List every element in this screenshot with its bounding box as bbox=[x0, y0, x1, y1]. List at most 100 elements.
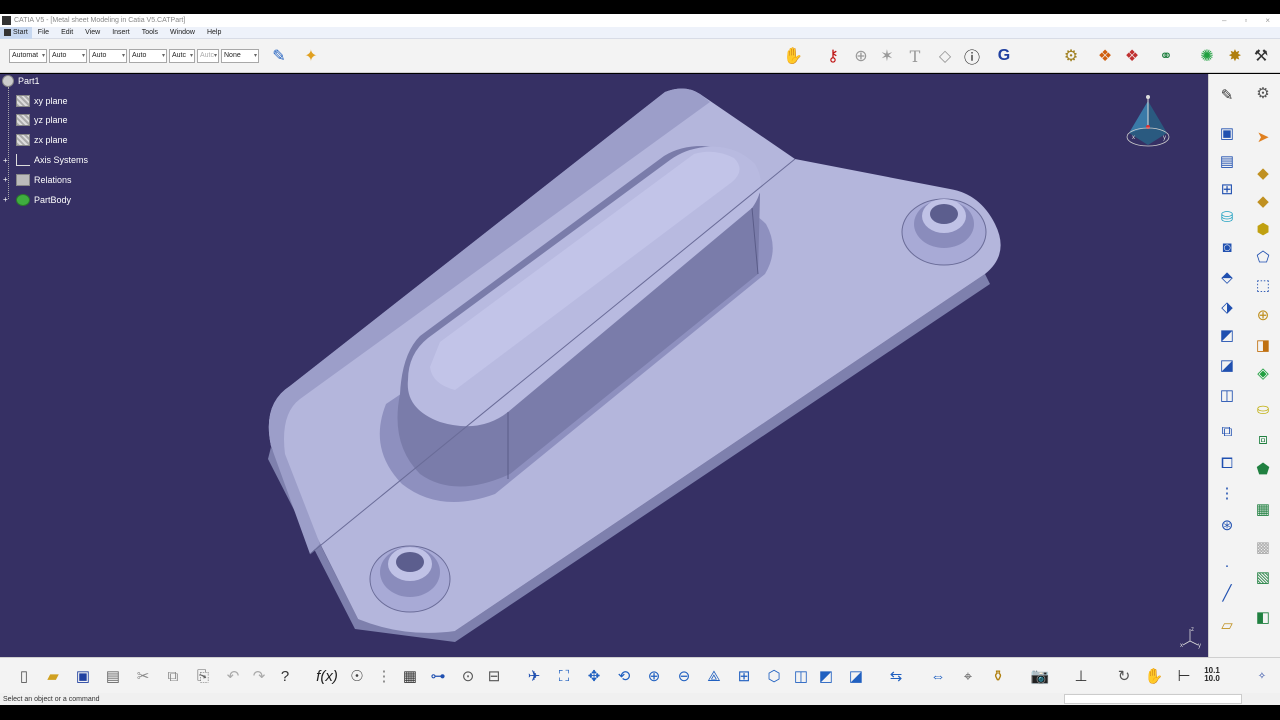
menu-file[interactable]: File bbox=[32, 29, 55, 36]
extrusion-icon[interactable]: ▤ bbox=[1215, 150, 1239, 172]
swap-space-icon[interactable]: ◪ bbox=[844, 665, 868, 687]
mass-icon[interactable]: ⊟ bbox=[482, 665, 506, 687]
minimize-button[interactable]: – bbox=[1222, 16, 1226, 25]
translation-icon[interactable]: ⧠ bbox=[1215, 452, 1239, 474]
fold-icon[interactable]: ⬚ bbox=[1251, 274, 1275, 296]
snap-icon[interactable]: ⇆ bbox=[884, 665, 908, 687]
wall-icon[interactable]: ▣ bbox=[1215, 122, 1239, 144]
cut-out-icon[interactable]: ⬘ bbox=[1215, 266, 1239, 288]
star-icon[interactable]: ✶ bbox=[876, 45, 898, 67]
axis-tool-icon[interactable]: ⊢ bbox=[1172, 665, 1196, 687]
cut-icon[interactable]: ✂ bbox=[131, 665, 155, 687]
new-icon[interactable]: ▯ bbox=[12, 665, 36, 687]
knowledge-icon[interactable]: ⊕ bbox=[850, 45, 872, 67]
bend-icon[interactable]: ⊞ bbox=[1215, 178, 1239, 200]
product-icon[interactable]: ⚭ bbox=[1155, 45, 1177, 67]
louver-icon[interactable]: ▦ bbox=[1251, 498, 1275, 520]
zoom-out-icon[interactable]: ⊖ bbox=[672, 665, 696, 687]
start-menu[interactable]: Start bbox=[0, 26, 32, 39]
measure-icon[interactable]: ⊙ bbox=[456, 665, 480, 687]
capture-icon[interactable]: 📷 bbox=[1028, 665, 1052, 687]
redo-icon[interactable]: ↷ bbox=[247, 665, 271, 687]
fit-all-icon[interactable]: ⛶ bbox=[552, 665, 576, 687]
menu-tools[interactable]: Tools bbox=[136, 29, 164, 36]
app-logo-icon[interactable]: G bbox=[993, 45, 1015, 67]
fly-mode-icon[interactable]: ✈ bbox=[522, 665, 546, 687]
properties-icon[interactable]: ✦ bbox=[300, 45, 322, 67]
shading-icon[interactable]: ◫ bbox=[789, 665, 813, 687]
select-arrow-icon[interactable]: ➤ bbox=[1251, 126, 1275, 148]
hopper-icon[interactable]: ◙ bbox=[1215, 236, 1239, 258]
pan-icon[interactable]: ✥ bbox=[582, 665, 606, 687]
line-tool-icon[interactable]: ╱ bbox=[1215, 582, 1239, 604]
layer-combo[interactable]: None bbox=[221, 48, 259, 63]
tree-item-relations[interactable]: Relations bbox=[16, 172, 72, 188]
point-type-combo[interactable]: Autc bbox=[169, 48, 195, 63]
text-icon[interactable]: T bbox=[904, 45, 926, 67]
hand-tool-icon[interactable]: ✋ bbox=[782, 45, 804, 67]
multi-view-icon[interactable]: ⊞ bbox=[732, 665, 756, 687]
sketcher-icon[interactable]: ✎ bbox=[1215, 84, 1239, 106]
compass-widget[interactable]: x y bbox=[1125, 93, 1171, 151]
settings-gear-icon[interactable]: ⚙ bbox=[1251, 82, 1275, 104]
hole-icon[interactable]: ⬗ bbox=[1215, 296, 1239, 318]
lookup-icon[interactable]: ☉ bbox=[345, 665, 369, 687]
line-thickness-combo[interactable]: Auto bbox=[89, 48, 127, 63]
menu-insert[interactable]: Insert bbox=[106, 29, 136, 36]
eraser-icon[interactable]: ◇ bbox=[934, 45, 956, 67]
parts-icon[interactable]: ❖ bbox=[1121, 45, 1143, 67]
cylinder-icon[interactable]: ⛀ bbox=[1251, 398, 1275, 420]
zoom-in-icon[interactable]: ⊕ bbox=[642, 665, 666, 687]
library-icon[interactable]: ▩ bbox=[1251, 536, 1275, 558]
command-input[interactable] bbox=[1064, 694, 1242, 704]
print-icon[interactable]: ▤ bbox=[101, 665, 125, 687]
menu-help[interactable]: Help bbox=[201, 29, 227, 36]
refresh-icon[interactable]: ↻ bbox=[1112, 665, 1136, 687]
chamfer-icon[interactable]: ◫ bbox=[1215, 384, 1239, 406]
maximize-button[interactable]: ▫ bbox=[1244, 16, 1247, 25]
hide-show-icon[interactable]: ◩ bbox=[814, 665, 838, 687]
hem-icon[interactable]: ◆ bbox=[1251, 190, 1275, 212]
menu-edit[interactable]: Edit bbox=[55, 29, 79, 36]
tree-item-partbody[interactable]: PartBody bbox=[16, 192, 71, 208]
tools-icon[interactable]: ⚒ bbox=[1250, 45, 1272, 67]
catalog-browser-icon[interactable]: ⚱ bbox=[986, 665, 1010, 687]
symmetry-icon[interactable]: ⧉ bbox=[1215, 420, 1239, 442]
grab-hand-icon[interactable]: ✋ bbox=[1142, 665, 1166, 687]
point-tool-icon[interactable]: · bbox=[1215, 554, 1239, 576]
layer-style-combo[interactable]: Autc bbox=[197, 48, 219, 63]
workbench-icon[interactable]: ✺ bbox=[1196, 45, 1218, 67]
knowledge-lamp-icon[interactable]: ⋮ bbox=[372, 665, 396, 687]
open-icon[interactable]: ▰ bbox=[41, 665, 65, 687]
help-icon[interactable]: ⓘ bbox=[961, 45, 983, 67]
unfold-icon[interactable]: ⬠ bbox=[1251, 246, 1275, 268]
bead-icon[interactable]: ◈ bbox=[1251, 362, 1275, 384]
bridge-icon[interactable]: ▧ bbox=[1251, 566, 1275, 588]
corner-icon[interactable]: ◪ bbox=[1215, 354, 1239, 376]
tree-item-xy-plane[interactable]: xy plane bbox=[16, 93, 68, 109]
plane-tool-icon[interactable]: ▱ bbox=[1215, 614, 1239, 636]
tree-item-yz-plane[interactable]: yz plane bbox=[16, 112, 68, 128]
tree-item-zx-plane[interactable]: zx plane bbox=[16, 132, 68, 148]
tree-root-part1[interactable]: Part1 bbox=[2, 73, 40, 89]
catalog-icon[interactable]: ⚙ bbox=[1060, 45, 1082, 67]
copy-icon[interactable]: ⧉ bbox=[161, 665, 185, 687]
tree-item-axis-systems[interactable]: Axis Systems bbox=[16, 152, 88, 168]
close-button[interactable]: × bbox=[1265, 16, 1270, 25]
line-type-combo[interactable]: Auto bbox=[129, 48, 167, 63]
iso-view-icon[interactable]: ⬡ bbox=[762, 665, 786, 687]
normal-view-icon[interactable]: ⟁ bbox=[702, 665, 726, 687]
mirror-icon[interactable]: ⊛ bbox=[1215, 514, 1239, 536]
menu-window[interactable]: Window bbox=[164, 29, 201, 36]
corner-relief-icon[interactable]: ◩ bbox=[1215, 324, 1239, 346]
transparency-combo[interactable]: Auto bbox=[49, 48, 87, 63]
paste-icon[interactable]: ⎘ bbox=[191, 665, 215, 687]
key-icon[interactable]: ⚷ bbox=[822, 45, 844, 67]
undo-icon[interactable]: ↶ bbox=[221, 665, 245, 687]
expand-icon[interactable]: + bbox=[3, 157, 11, 165]
expand-icon[interactable]: + bbox=[3, 176, 11, 184]
menu-view[interactable]: View bbox=[79, 29, 106, 36]
update-icon[interactable]: ⇔ bbox=[926, 665, 950, 687]
knowledge-advisor-icon[interactable]: ✸ bbox=[1224, 45, 1246, 67]
curve-stamp-icon[interactable]: ⧈ bbox=[1251, 428, 1275, 450]
